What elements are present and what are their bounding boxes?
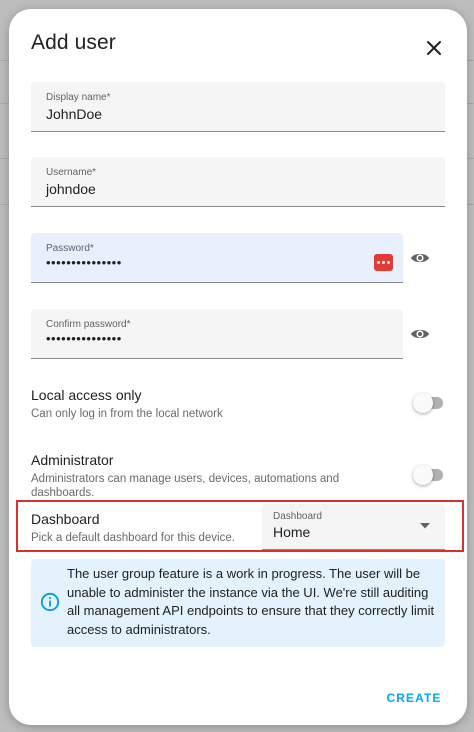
- dashboard-title: Dashboard: [31, 511, 100, 527]
- close-icon: [427, 41, 441, 55]
- password-manager-key-icon[interactable]: [374, 254, 393, 271]
- confirm-password-field[interactable]: Confirm password* •••••••••••••••: [31, 309, 403, 359]
- password-value: •••••••••••••••: [46, 255, 122, 270]
- show-confirm-password-button[interactable]: [409, 323, 431, 345]
- confirm-password-label: Confirm password*: [46, 319, 131, 330]
- local-access-title: Local access only: [31, 387, 142, 403]
- toggle-knob: [413, 465, 433, 485]
- display-name-value: JohnDoe: [46, 106, 103, 122]
- local-access-description: Can only log in from the local network: [31, 408, 223, 420]
- info-icon: [40, 592, 60, 612]
- display-name-field[interactable]: Display name* JohnDoe: [31, 82, 445, 132]
- info-alert-text: The user group feature is a work in prog…: [67, 566, 435, 637]
- username-value: johndoe: [46, 181, 96, 197]
- password-label: Password*: [46, 243, 94, 254]
- add-user-dialog: Add user Display name* JohnDoe Username*…: [9, 9, 467, 725]
- toggle-knob: [413, 393, 433, 413]
- dialog-title: Add user: [31, 31, 116, 54]
- confirm-password-value: •••••••••••••••: [46, 331, 122, 346]
- username-label: Username*: [46, 167, 97, 178]
- dropdown-arrow-icon: [420, 523, 430, 529]
- administrator-description-line2: dashboards.: [31, 487, 95, 499]
- administrator-toggle[interactable]: [413, 464, 445, 486]
- dashboard-select-value: Home: [273, 524, 311, 540]
- administrator-description: Administrators can manage users, devices…: [31, 472, 339, 500]
- show-password-button[interactable]: [409, 247, 431, 269]
- administrator-description-line1: Administrators can manage users, devices…: [31, 473, 340, 485]
- create-button[interactable]: CREATE: [383, 687, 445, 709]
- username-field[interactable]: Username* johndoe: [31, 157, 445, 207]
- password-field[interactable]: Password* •••••••••••••••: [31, 233, 403, 283]
- dashboard-select[interactable]: Dashboard Home: [262, 504, 445, 550]
- local-access-toggle[interactable]: [413, 392, 445, 414]
- eye-icon: [411, 253, 429, 263]
- dashboard-description: Pick a default dashboard for this device…: [31, 532, 235, 544]
- eye-icon: [411, 329, 429, 339]
- display-name-label: Display name*: [46, 92, 111, 103]
- info-alert: The user group feature is a work in prog…: [31, 559, 445, 647]
- administrator-title: Administrator: [31, 452, 114, 468]
- close-button[interactable]: [419, 33, 449, 63]
- dashboard-select-label: Dashboard: [273, 511, 322, 522]
